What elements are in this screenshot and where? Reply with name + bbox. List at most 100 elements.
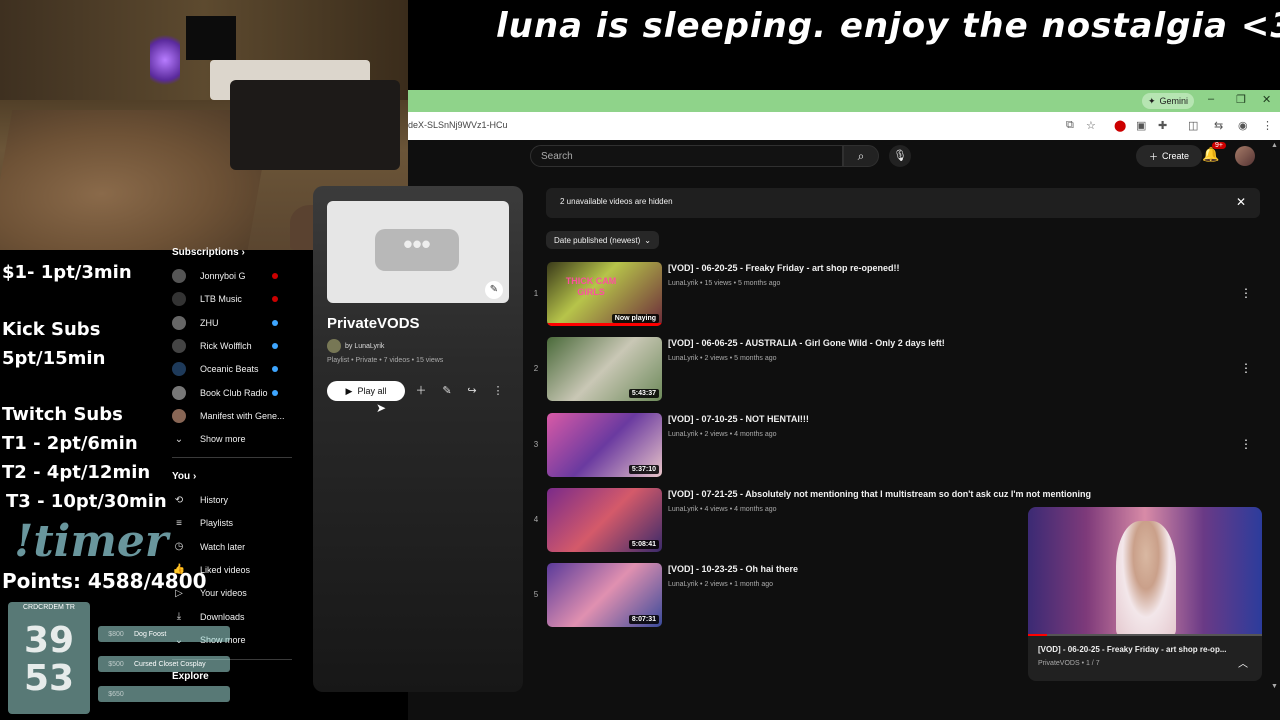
video-more-icon[interactable]: ⋮	[1240, 286, 1252, 300]
profile-icon[interactable]: ◉	[1238, 119, 1248, 132]
video-thumbnail[interactable]: 8:07:31	[547, 563, 662, 628]
add-to-playlist-icon[interactable]: ＋	[413, 383, 429, 399]
video-duration: 5:43:37	[628, 389, 659, 399]
sort-dropdown[interactable]: Date published (newest) ⌄	[546, 231, 659, 249]
stream-overlay-title: luna is sleeping. enjoy the nostalgia <3	[496, 6, 1280, 46]
sidebar-item-watch-later[interactable]: ◷ Watch later	[172, 537, 246, 557]
page-scrollbar[interactable]	[1270, 140, 1280, 692]
sidebar-item-playlists[interactable]: ≡ Playlists	[172, 513, 233, 533]
sidebar-subscription-item[interactable]: LTB Music	[172, 289, 242, 309]
mini-player[interactable]: [VOD] - 06-20-25 - Freaky Friday - art s…	[1028, 507, 1262, 681]
goal-name: Dog Foost	[134, 630, 167, 638]
bookmark-star-icon[interactable]: ☆	[1086, 119, 1096, 132]
video-duration: 5:08:41	[628, 539, 659, 549]
video-more-icon[interactable]: ⋮	[1240, 361, 1252, 375]
video-meta: LunaLyrik • 2 views • 4 months ago	[668, 431, 777, 438]
playlist-title: PrivateVODS	[327, 315, 420, 332]
sidebar-item-downloads[interactable]: ⤓ Downloads	[172, 607, 245, 627]
sidepanel-icon[interactable]: ◫	[1188, 119, 1198, 132]
scroll-up-icon[interactable]: ▲	[1271, 142, 1278, 149]
video-thumbnail[interactable]: 5:37:10	[547, 412, 662, 477]
channel-avatar	[172, 315, 186, 330]
play-all-button[interactable]: ▶ Play all	[327, 381, 405, 401]
sidebar-item-label: Your videos	[200, 588, 247, 599]
sidebar-item-label: Playlists	[200, 518, 234, 529]
owner-avatar	[327, 339, 341, 353]
minimize-button[interactable]: –	[1208, 93, 1214, 105]
url-text[interactable]: deX-SLSnNj9WVz1-HCu	[408, 120, 508, 130]
subscriptions-heading[interactable]: Subscriptions ›	[172, 247, 245, 258]
countdown-minutes: 53	[23, 658, 75, 699]
webcam-lamp	[150, 30, 180, 90]
goal-name: Cursed Closet Cosplay	[134, 660, 206, 668]
video-title[interactable]: [VOD] - 07-10-25 - NOT HENTAI!!!	[668, 414, 809, 424]
extension-icon[interactable]: ▣	[1136, 119, 1146, 132]
search-input[interactable]: Search	[530, 145, 843, 167]
mini-player-title: [VOD] - 06-20-25 - Freaky Friday - art s…	[1038, 645, 1227, 654]
gemini-label: Gemini	[1159, 96, 1189, 106]
extension-red-icon[interactable]: ⬤	[1114, 119, 1126, 132]
edit-playlist-icon[interactable]: ✎	[439, 383, 455, 399]
video-index: 1	[533, 289, 539, 298]
install-icon[interactable]: ⧉	[1066, 119, 1074, 132]
voice-search-button[interactable]: 🎙	[889, 145, 911, 167]
video-channel[interactable]: LunaLyrik	[668, 581, 698, 588]
video-title[interactable]: [VOD] - 06-06-25 - AUSTRALIA - Girl Gone…	[668, 338, 945, 348]
video-thumbnail[interactable]: 5:43:37	[547, 337, 662, 402]
you-heading[interactable]: You ›	[172, 471, 196, 482]
video-title[interactable]: [VOD] - 10-23-25 - Oh hai there	[668, 564, 798, 574]
address-bar[interactable]: deX-SLSnNj9WVz1-HCu ⧉ ☆ ⬤ ▣ ✚ ◫ ⇆ ◉ ⋮	[408, 112, 1280, 140]
sidebar-item-label: Rick Wolfflch	[200, 340, 252, 351]
gemini-button[interactable]: ✦ Gemini	[1142, 93, 1195, 109]
playlist-thumbnail[interactable]: ••• ✎	[327, 201, 509, 303]
sidebar-subscription-item[interactable]: Manifest with Gene...	[172, 406, 285, 426]
close-icon[interactable]: ✕	[1236, 195, 1246, 209]
sidebar-subscription-item[interactable]: Book Club Radio	[172, 383, 268, 403]
playlist-more-icon[interactable]: ⋮	[490, 383, 506, 399]
browser-menu-icon[interactable]: ⋮	[1262, 119, 1273, 132]
video-title[interactable]: [VOD] - 07-21-25 - Absolutely not mentio…	[668, 489, 1091, 499]
video-channel[interactable]: LunaLyrik	[668, 355, 698, 362]
mini-player-streamer	[1116, 521, 1176, 635]
close-window-button[interactable]: ✕	[1262, 93, 1271, 106]
puzzle-icon[interactable]: ✚	[1158, 119, 1167, 132]
video-channel[interactable]: LunaLyrik	[668, 431, 698, 438]
video-channel[interactable]: LunaLyrik	[668, 506, 698, 513]
edit-thumbnail-icon[interactable]: ✎	[485, 281, 503, 299]
sidebar-subscription-item[interactable]: Jonnyboi G	[172, 266, 246, 286]
chevron-down-icon: ⌄	[644, 235, 651, 245]
share-icon[interactable]: ↪	[464, 383, 480, 399]
create-button[interactable]: ＋ Create	[1136, 145, 1202, 167]
account-avatar[interactable]	[1235, 146, 1255, 166]
twitch-t2-rate: T2 - 4pt/12min	[2, 462, 151, 483]
tab-search-icon[interactable]: ⇆	[1214, 119, 1223, 132]
chevron-up-icon[interactable]: ︿	[1238, 655, 1248, 670]
sidebar-item-history[interactable]: ⟲ History	[172, 490, 228, 510]
mini-player-progress[interactable]	[1028, 634, 1262, 636]
mini-player-video[interactable]	[1028, 507, 1262, 635]
explore-heading[interactable]: Explore	[172, 671, 209, 682]
timer-command: !timer	[14, 516, 169, 567]
scroll-down-icon[interactable]: ▼	[1271, 683, 1278, 690]
show-more-subscriptions[interactable]: ⌄ Show more	[172, 429, 246, 449]
playlist-owner[interactable]: by LunaLyrik	[327, 339, 384, 353]
video-thumbnail[interactable]: THICK CAM GIRLS Now playing	[547, 262, 662, 326]
mouse-cursor-icon: ➤	[376, 401, 387, 415]
search-button[interactable]: ⌕	[843, 145, 879, 167]
sidebar-subscription-item[interactable]: Rick Wolfflch	[172, 336, 252, 356]
video-stats: 2 views • 1 month ago	[704, 581, 774, 589]
sidebar-item-label: ZHU	[200, 317, 219, 328]
restore-button[interactable]: ❐	[1236, 93, 1246, 106]
video-thumbnail[interactable]: 5:08:41	[547, 487, 662, 552]
video-channel[interactable]: LunaLyrik	[668, 280, 698, 287]
sidebar-subscription-item[interactable]: Oceanic Beats	[172, 359, 259, 379]
video-title[interactable]: [VOD] - 06-20-25 - Freaky Friday - art s…	[668, 263, 900, 273]
points-counter: Points: 4588/4800	[2, 569, 207, 593]
playlist-meta: Playlist • Private • 7 videos • 15 views	[327, 357, 444, 364]
sidebar-subscription-item[interactable]: ZHU	[172, 313, 219, 333]
search-icon: ⌕	[857, 149, 865, 163]
playlists-icon: ≡	[176, 517, 182, 529]
video-stats: 15 views • 5 months ago	[704, 280, 781, 287]
video-more-icon[interactable]: ⋮	[1240, 437, 1252, 451]
countdown-label: CRDCRDEM TR	[23, 604, 75, 611]
